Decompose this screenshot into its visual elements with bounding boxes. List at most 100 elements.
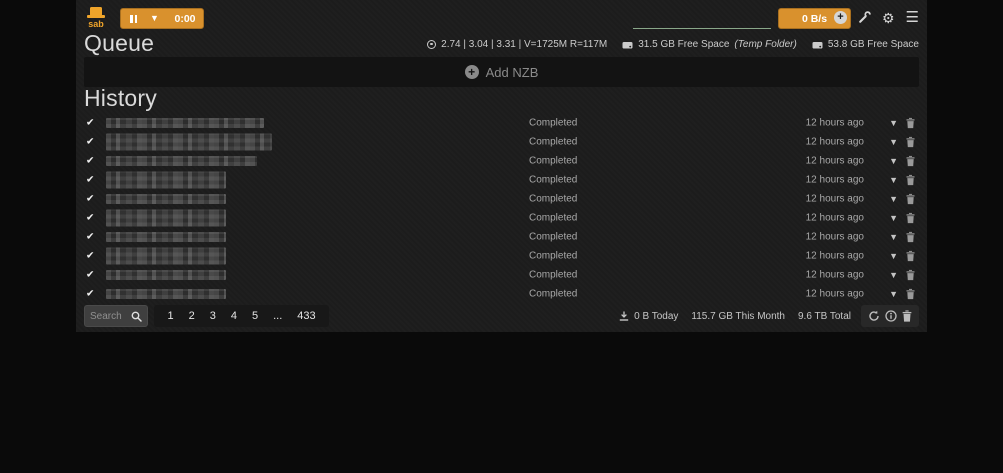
trash-icon[interactable]	[902, 310, 912, 322]
plus-circle-icon: +	[465, 65, 479, 79]
performance-stats: 2.74 | 3.04 | 3.31 | V=1725M R=117M	[427, 39, 607, 50]
page: sab ▼ 0:00 0 B/s ▼ +	[0, 0, 1003, 473]
speed-label: 0 B/s	[802, 13, 827, 25]
redacted-job-name[interactable]	[106, 270, 226, 280]
pause-icon[interactable]	[130, 15, 137, 23]
redacted-job-name[interactable]	[106, 171, 226, 188]
load-icon	[427, 40, 436, 49]
redacted-job-name[interactable]	[106, 156, 257, 166]
history-row: ✔ Completed 12 hours ago ▼	[84, 246, 919, 265]
page-button-4[interactable]: 4	[223, 310, 244, 322]
job-status: Completed	[529, 231, 577, 242]
job-age: 12 hours ago	[806, 250, 864, 261]
row-dropdown-caret-icon[interactable]: ▼	[889, 175, 898, 185]
redacted-job-name[interactable]	[106, 209, 226, 226]
trash-icon[interactable]	[906, 288, 915, 299]
redacted-job-name[interactable]	[106, 289, 226, 299]
redacted-job-name[interactable]	[106, 194, 226, 204]
job-status: Completed	[529, 250, 577, 261]
add-nzb-dropzone[interactable]: + Add NZB	[84, 57, 919, 87]
trash-icon[interactable]	[906, 117, 915, 128]
download-icon	[619, 311, 629, 321]
sab-hat-icon: sab	[84, 6, 108, 30]
sabnzbd-logo[interactable]: sab	[84, 6, 108, 30]
page-button-5[interactable]: 5	[245, 310, 266, 322]
complete-free-space[interactable]: 53.8 GB Free Space	[812, 39, 919, 50]
trash-icon[interactable]	[906, 174, 915, 185]
row-dropdown-caret-icon[interactable]: ▼	[889, 156, 898, 166]
add-nzb-icon[interactable]: +	[834, 11, 847, 24]
check-icon: ✔	[86, 250, 94, 261]
page-ellipsis: ...	[266, 310, 290, 322]
history-row: ✔ Completed 12 hours ago ▼	[84, 170, 919, 189]
add-nzb-label: Add NZB	[486, 65, 539, 80]
info-icon[interactable]	[885, 310, 897, 322]
temp-free-space[interactable]: 31.5 GB Free Space (Temp Folder)	[622, 39, 797, 50]
top-bar: sab ▼ 0:00 0 B/s ▼ +	[84, 8, 919, 29]
top-icon-group: + ⚙ ☰	[834, 10, 919, 25]
job-age: 12 hours ago	[806, 193, 864, 204]
job-age: 12 hours ago	[806, 231, 864, 242]
stat-today: 0 B Today	[619, 311, 678, 322]
history-row: ✔ Completed 12 hours ago ▼	[84, 265, 919, 284]
main-panel: sab ▼ 0:00 0 B/s ▼ +	[76, 0, 927, 332]
trash-icon[interactable]	[906, 155, 915, 166]
row-dropdown-caret-icon[interactable]: ▼	[889, 213, 898, 223]
disk-icon	[622, 40, 633, 50]
temp-folder-note: (Temp Folder)	[734, 39, 796, 50]
trash-icon[interactable]	[906, 269, 915, 280]
page-button-3[interactable]: 3	[202, 310, 223, 322]
gear-icon[interactable]: ⚙	[882, 11, 895, 25]
trash-icon[interactable]	[906, 212, 915, 223]
pagination: 1 2 3 4 5 ... 433	[154, 305, 329, 327]
trash-icon[interactable]	[906, 193, 915, 204]
menu-icon[interactable]: ☰	[906, 10, 919, 25]
job-status: Completed	[529, 288, 577, 299]
job-status: Completed	[529, 136, 577, 147]
speed-sparkline	[633, 28, 771, 29]
redacted-job-name[interactable]	[106, 133, 272, 150]
check-icon: ✔	[86, 269, 94, 280]
redacted-job-name[interactable]	[106, 247, 226, 264]
history-list: ✔ Completed 12 hours ago ▼ ✔ Completed 1…	[84, 113, 919, 303]
history-row: ✔ Completed 12 hours ago ▼	[84, 227, 919, 246]
check-icon: ✔	[86, 212, 94, 223]
search-input[interactable]	[90, 311, 131, 322]
search-icon[interactable]	[131, 311, 142, 322]
check-icon: ✔	[86, 155, 94, 166]
check-icon: ✔	[86, 117, 94, 128]
row-dropdown-caret-icon[interactable]: ▼	[889, 232, 898, 242]
check-icon: ✔	[86, 174, 94, 185]
pause-dropdown-caret-icon[interactable]: ▼	[150, 14, 159, 23]
page-button-2[interactable]: 2	[181, 310, 202, 322]
row-dropdown-caret-icon[interactable]: ▼	[889, 194, 898, 204]
check-icon: ✔	[86, 193, 94, 204]
history-search[interactable]	[84, 305, 148, 327]
row-dropdown-caret-icon[interactable]: ▼	[889, 118, 898, 128]
job-status: Completed	[529, 269, 577, 280]
refresh-icon[interactable]	[868, 310, 880, 322]
disk-icon	[812, 40, 823, 50]
row-dropdown-caret-icon[interactable]: ▼	[889, 270, 898, 280]
redacted-job-name[interactable]	[106, 232, 226, 242]
pause-timer: 0:00	[167, 13, 203, 25]
redacted-job-name[interactable]	[106, 118, 264, 128]
pause-timer-button-group[interactable]: ▼ 0:00	[120, 8, 204, 29]
history-row: ✔ Completed 12 hours ago ▼	[84, 189, 919, 208]
job-age: 12 hours ago	[806, 212, 864, 223]
trash-icon[interactable]	[906, 136, 915, 147]
history-actions	[861, 305, 919, 327]
page-button-last[interactable]: 433	[290, 310, 323, 322]
row-dropdown-caret-icon[interactable]: ▼	[889, 289, 898, 299]
trash-icon[interactable]	[906, 231, 915, 242]
check-icon: ✔	[86, 136, 94, 147]
wrench-icon[interactable]	[858, 11, 871, 24]
trash-icon[interactable]	[906, 250, 915, 261]
history-row: ✔ Completed 12 hours ago ▼	[84, 151, 919, 170]
row-dropdown-caret-icon[interactable]: ▼	[889, 251, 898, 261]
stat-total: 9.6 TB Total	[798, 311, 851, 322]
job-age: 12 hours ago	[806, 288, 864, 299]
status-line: 2.74 | 3.04 | 3.31 | V=1725M R=117M 31.5…	[427, 39, 919, 50]
page-button-1[interactable]: 1	[160, 310, 181, 322]
row-dropdown-caret-icon[interactable]: ▼	[889, 137, 898, 147]
